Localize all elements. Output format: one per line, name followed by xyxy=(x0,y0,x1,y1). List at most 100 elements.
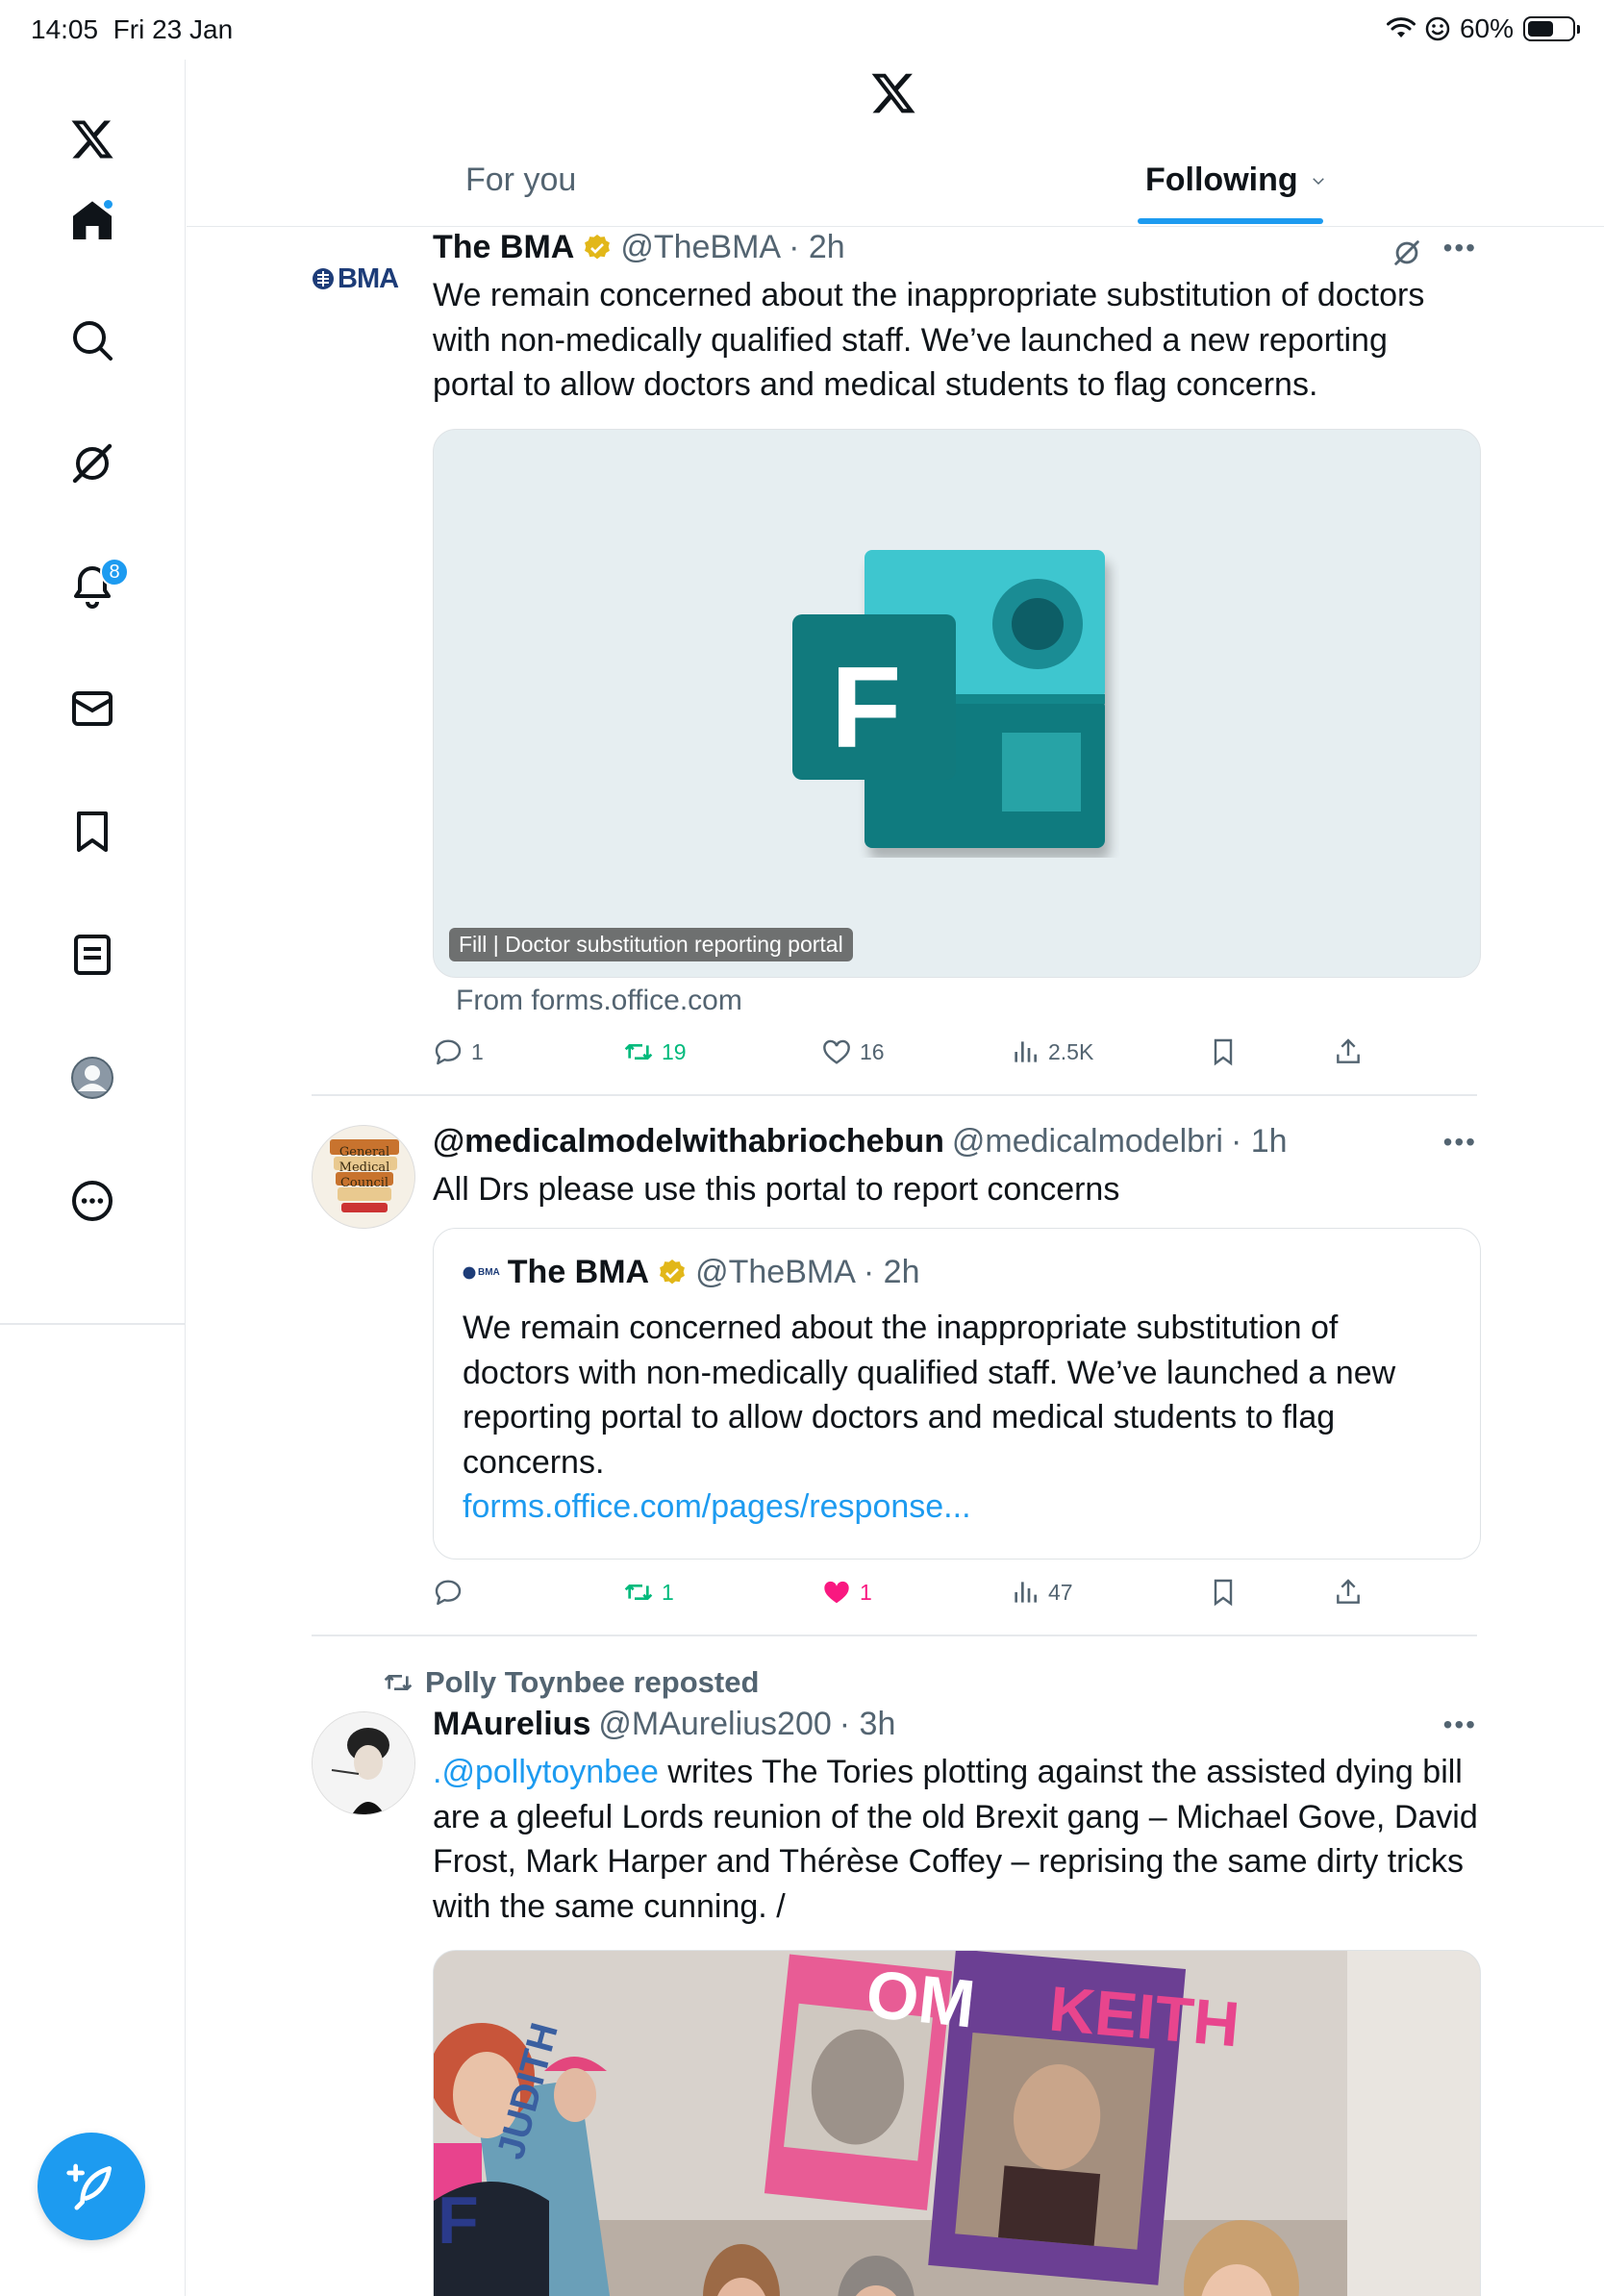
quoted-tweet-text: We remain concerned about the inappropri… xyxy=(463,1306,1463,1530)
user-avatar-image xyxy=(313,1712,414,1814)
repost-context-text: Polly Toynbee reposted xyxy=(425,1665,760,1699)
views-icon xyxy=(1015,1582,1037,1603)
avatar-text: BMA xyxy=(338,262,399,294)
bookmark-button[interactable] xyxy=(1208,1036,1239,1067)
sidebar-item-profile[interactable] xyxy=(63,1049,121,1107)
repost-count: 19 xyxy=(662,1038,687,1064)
card-source[interactable]: From forms.office.com xyxy=(456,985,742,1017)
views-button[interactable]: 2.5K xyxy=(1010,1036,1093,1067)
tweet-header: The BMA @TheBMA · 2h xyxy=(433,229,845,266)
sidebar-item-more[interactable] xyxy=(63,1172,121,1230)
repost-button[interactable]: 19 xyxy=(623,1036,687,1067)
tweet-time: · 3h xyxy=(839,1706,896,1742)
more-options-icon[interactable]: ••• xyxy=(1443,1710,1477,1740)
quoted-author-handle: @TheBMA xyxy=(695,1254,856,1290)
mention-link[interactable]: .@pollytoynbee xyxy=(433,1754,659,1790)
verified-gold-icon xyxy=(660,1259,686,1284)
quoted-tweet-header: BMA The BMA @TheBMA · 2h xyxy=(463,1254,919,1291)
tab-for-you[interactable]: For you xyxy=(465,162,576,199)
tweet[interactable]: General Medical Council @medicalmodelwit… xyxy=(312,1096,1481,1636)
author-handle[interactable]: @medicalmodelbri xyxy=(952,1123,1223,1160)
tweet[interactable]: BMA The BMA @TheBMA · 2h ••• We remain c… xyxy=(312,229,1481,1096)
bookmark-icon xyxy=(1214,1038,1233,1066)
share-icon xyxy=(1337,1579,1360,1604)
timeline-tabs: For you Following xyxy=(187,144,1604,227)
share-button[interactable] xyxy=(1333,1577,1364,1608)
sidebar-item-notifications[interactable]: 8 xyxy=(63,558,129,615)
repost-icon xyxy=(384,1675,413,1690)
profile-icon xyxy=(71,1057,113,1099)
author-handle[interactable]: @TheBMA xyxy=(620,229,781,266)
author-name[interactable]: The BMA xyxy=(433,229,574,266)
heart-icon xyxy=(823,1039,850,1064)
grok-icon[interactable] xyxy=(1391,237,1423,269)
like-count: 16 xyxy=(860,1038,885,1064)
bookmark-button[interactable] xyxy=(1208,1577,1239,1608)
microsoft-forms-icon: F xyxy=(792,550,1110,858)
sidebar-item-home[interactable] xyxy=(63,192,121,250)
sidebar-item-messages[interactable] xyxy=(63,680,121,737)
tweet-time: · 1h xyxy=(1230,1123,1288,1160)
sidebar-item-bookmarks[interactable] xyxy=(63,803,121,861)
sidebar: 8 xyxy=(0,60,186,2296)
active-tab-indicator xyxy=(1138,218,1323,224)
tweet-image[interactable]: OM KEITH JUDITH F xyxy=(433,1950,1481,2296)
chevron-down-icon xyxy=(1312,177,1324,185)
author-handle[interactable]: @MAurelius200 xyxy=(598,1706,831,1743)
tweet-actions: 1 19 16 2.5K xyxy=(433,1036,1481,1075)
avatar[interactable]: General Medical Council xyxy=(312,1125,415,1229)
tab-following[interactable]: Following xyxy=(1145,162,1327,199)
avatar[interactable] xyxy=(312,1711,415,1815)
reply-button[interactable] xyxy=(433,1577,471,1608)
repost-icon xyxy=(624,1044,653,1060)
reply-button[interactable]: 1 xyxy=(433,1036,484,1067)
focus-icon xyxy=(1425,16,1450,41)
share-icon xyxy=(1337,1038,1360,1063)
tweet-header: MAurelius @MAurelius200 · 3h xyxy=(433,1706,895,1743)
bma-logo-icon xyxy=(463,1266,476,1279)
compose-icon xyxy=(66,2163,112,2210)
author-name[interactable]: MAurelius xyxy=(433,1706,590,1743)
compose-button[interactable] xyxy=(38,2133,145,2240)
views-count: 2.5K xyxy=(1048,1038,1094,1064)
battery-icon xyxy=(1523,16,1580,41)
link-card[interactable]: F Fill | Doctor substitution reporting p… xyxy=(433,429,1481,978)
sign-text-f: F xyxy=(438,2183,479,2258)
home-notification-dot xyxy=(102,198,114,211)
heart-filled-icon xyxy=(824,1581,849,1604)
tweet-text: All Drs please use this portal to report… xyxy=(433,1171,1120,1208)
views-count: 47 xyxy=(1048,1579,1073,1605)
sidebar-item-search[interactable] xyxy=(63,312,121,369)
sidebar-item-logo[interactable] xyxy=(63,111,121,168)
grok-icon xyxy=(72,443,113,484)
like-button[interactable]: 16 xyxy=(821,1036,885,1067)
sidebar-item-lists[interactable] xyxy=(63,926,121,984)
repost-context[interactable]: Polly Toynbee reposted xyxy=(383,1665,759,1700)
tweet[interactable]: Polly Toynbee reposted MAurelius @MAurel… xyxy=(312,1636,1481,2296)
repost-button[interactable]: 1 xyxy=(623,1577,674,1608)
views-button[interactable]: 47 xyxy=(1010,1577,1073,1608)
share-button[interactable] xyxy=(1333,1036,1364,1067)
avatar[interactable]: BMA xyxy=(312,250,415,308)
views-icon xyxy=(1015,1041,1037,1062)
quoted-tweet-time: · 2h xyxy=(863,1254,920,1290)
verified-gold-icon xyxy=(585,234,611,259)
quoted-avatar-text: BMA xyxy=(478,1267,500,1278)
reply-icon xyxy=(435,1039,462,1065)
x-logo-icon[interactable] xyxy=(868,69,918,117)
status-right: 60% xyxy=(1386,13,1580,44)
more-options-icon[interactable]: ••• xyxy=(1443,1127,1477,1158)
quoted-link[interactable]: forms.office.com/pages/response... xyxy=(463,1485,1463,1530)
more-options-icon[interactable]: ••• xyxy=(1443,233,1477,263)
author-name[interactable]: @medicalmodelwithabriochebun xyxy=(433,1123,944,1160)
more-icon xyxy=(72,1181,113,1221)
avatar-text: General Medical Council xyxy=(338,1145,390,1190)
tweet-text: We remain concerned about the inappropri… xyxy=(433,277,1425,403)
repost-icon xyxy=(624,1585,653,1600)
search-icon xyxy=(73,321,113,361)
sign-text-om: OM xyxy=(863,1956,979,2042)
quoted-tweet[interactable]: BMA The BMA @TheBMA · 2h We remain conce… xyxy=(433,1228,1481,1560)
sidebar-item-grok[interactable] xyxy=(63,435,121,492)
status-time: 14:05 Fri 23 Jan xyxy=(31,14,234,44)
like-button[interactable]: 1 xyxy=(821,1577,872,1608)
